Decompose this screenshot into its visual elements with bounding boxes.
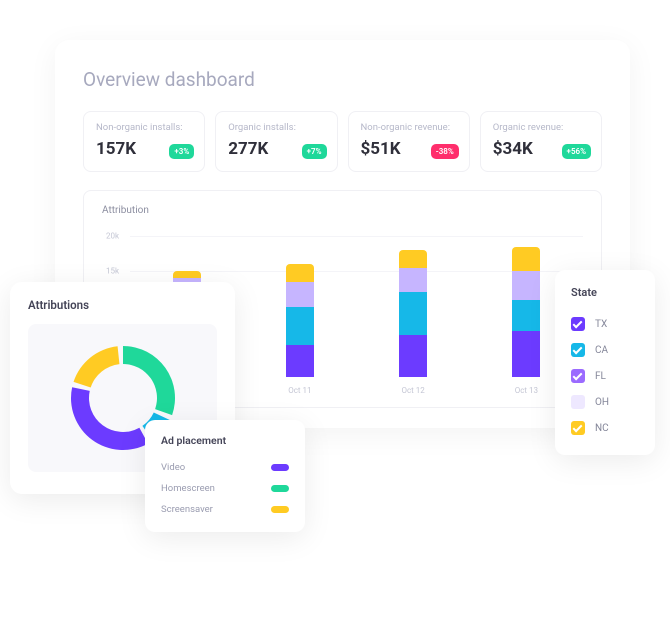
ad-placement-title: Ad placement — [161, 434, 289, 447]
stat-value: 277K — [228, 139, 268, 159]
ad-placement-item[interactable]: Video — [161, 457, 289, 478]
checkbox-icon[interactable] — [571, 369, 585, 383]
bar-segment — [399, 250, 427, 268]
color-pill-icon — [271, 485, 289, 492]
delta-badge: +3% — [169, 144, 194, 159]
bar-segment — [512, 271, 540, 299]
donut-slice[interactable] — [71, 387, 148, 450]
state-code-label: OH — [595, 397, 609, 408]
page-title: Overview dashboard — [83, 68, 602, 91]
ad-placement-label: Homescreen — [161, 483, 215, 494]
ad-placement-label: Video — [161, 462, 185, 473]
stat-label: Non-organic installs: — [96, 122, 192, 133]
x-tick-label: Oct 12 — [401, 386, 424, 395]
stat-card-organic-revenue[interactable]: Organic revenue: $34K +56% — [480, 111, 602, 172]
stat-card-nonorganic-revenue[interactable]: Non-organic revenue: $51K -38% — [348, 111, 470, 172]
bar-column[interactable]: Oct 12 — [399, 250, 427, 377]
chart-title: Attribution — [102, 205, 583, 216]
delta-badge: +7% — [302, 144, 327, 159]
bar-segment — [286, 264, 314, 282]
state-filter-item[interactable]: FL — [571, 363, 639, 389]
ad-placement-item[interactable]: Homescreen — [161, 478, 289, 499]
state-code-label: CA — [595, 345, 608, 356]
bar-segment — [399, 268, 427, 293]
bar-segment — [512, 331, 540, 377]
y-tick-label: 20k — [106, 232, 119, 241]
state-filter-card: State TX CA FL OH NC — [555, 270, 655, 455]
donut-slice[interactable] — [73, 346, 119, 387]
state-filter-item[interactable]: CA — [571, 337, 639, 363]
stat-value: 157K — [96, 139, 136, 159]
color-pill-icon — [271, 506, 289, 513]
state-filter-item[interactable]: OH — [571, 389, 639, 415]
donut-title: Attributions — [28, 298, 217, 312]
checkbox-icon[interactable] — [571, 317, 585, 331]
bar-segment — [286, 307, 314, 346]
delta-badge: +56% — [562, 144, 591, 159]
ad-placement-card: Ad placement Video Homescreen Screensaver — [145, 420, 305, 532]
ad-placement-item[interactable]: Screensaver — [161, 499, 289, 520]
bar-column[interactable]: Oct 11 — [286, 264, 314, 377]
stat-row: Non-organic installs: 157K +3% Organic i… — [83, 111, 602, 172]
stat-label: Non-organic revenue: — [361, 122, 457, 133]
ad-placement-label: Screensaver — [161, 504, 213, 515]
bar-segment — [512, 247, 540, 272]
bar-segment — [286, 282, 314, 307]
state-filter-item[interactable]: TX — [571, 311, 639, 337]
bar-segment — [399, 292, 427, 334]
checkbox-icon[interactable] — [571, 421, 585, 435]
state-code-label: TX — [595, 319, 607, 330]
x-tick-label: Oct 13 — [515, 386, 538, 395]
state-filter-item[interactable]: NC — [571, 415, 639, 441]
stat-value: $51K — [361, 139, 401, 159]
stat-card-nonorganic-installs[interactable]: Non-organic installs: 157K +3% — [83, 111, 205, 172]
state-code-label: NC — [595, 423, 609, 434]
y-tick-label: 15k — [106, 267, 119, 276]
bar-segment — [286, 345, 314, 377]
bar-segment — [399, 335, 427, 377]
x-tick-label: Oct 11 — [288, 386, 311, 395]
bar-segment — [512, 300, 540, 332]
bar-segment — [173, 271, 201, 278]
state-filter-title: State — [571, 286, 639, 299]
stat-card-organic-installs[interactable]: Organic installs: 277K +7% — [215, 111, 337, 172]
checkbox-icon[interactable] — [571, 395, 585, 409]
delta-badge: -38% — [431, 144, 459, 159]
stat-label: Organic installs: — [228, 122, 324, 133]
checkbox-icon[interactable] — [571, 343, 585, 357]
stat-label: Organic revenue: — [493, 122, 589, 133]
donut-slice[interactable] — [123, 346, 175, 415]
color-pill-icon — [271, 464, 289, 471]
bar-column[interactable]: Oct 13 — [512, 247, 540, 377]
stat-value: $34K — [493, 139, 533, 159]
state-code-label: FL — [595, 371, 606, 382]
